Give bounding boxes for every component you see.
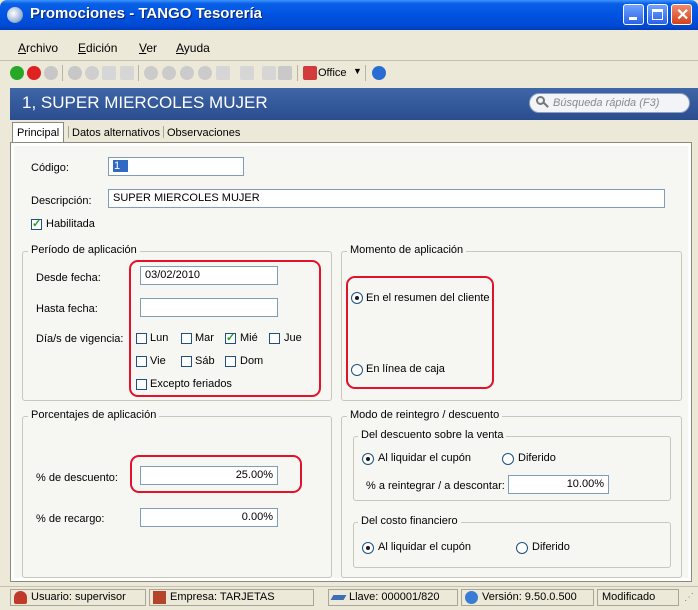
highlight-descuento bbox=[130, 455, 302, 493]
recargo-label: % de recargo: bbox=[36, 513, 105, 525]
edit-icon[interactable] bbox=[85, 66, 99, 80]
reintegrar-field[interactable]: 10.00% bbox=[508, 475, 609, 494]
app-icon[interactable] bbox=[7, 7, 23, 23]
menu-ayuda[interactable]: Ayuda bbox=[176, 41, 210, 55]
status-version: Versión: 9.50.0.500 bbox=[461, 589, 594, 606]
maximize-icon bbox=[652, 9, 663, 20]
costo-legend: Del costo financiero bbox=[358, 515, 461, 527]
minimize-button[interactable] bbox=[623, 4, 644, 25]
menu-edicion[interactable]: Edición bbox=[78, 41, 117, 55]
info-icon bbox=[465, 591, 478, 604]
first-record-icon[interactable] bbox=[144, 66, 158, 80]
tab-observaciones[interactable]: Observaciones bbox=[167, 124, 240, 142]
venta-diferido-label: Diferido bbox=[518, 452, 556, 464]
office-dropdown-icon[interactable]: ▼ bbox=[353, 66, 362, 76]
costo-diferido-label: Diferido bbox=[532, 541, 570, 553]
maximize-button[interactable] bbox=[647, 4, 668, 25]
venta-diferido-radio[interactable] bbox=[502, 453, 514, 465]
toolbar-separator bbox=[365, 65, 366, 81]
costo-liquidar-radio[interactable] bbox=[362, 542, 374, 554]
toolbar-separator bbox=[62, 65, 63, 81]
resize-grip-icon[interactable]: ⋰ bbox=[684, 592, 694, 603]
record-title: 1, SUPER MIERCOLES MUJER bbox=[22, 93, 268, 112]
key-icon bbox=[330, 595, 347, 600]
reintegrar-label: % a reintegrar / a descontar: bbox=[366, 480, 505, 492]
office-icon[interactable] bbox=[303, 66, 317, 80]
sort-icon[interactable] bbox=[278, 66, 292, 80]
porcentajes-legend: Porcentajes de aplicación bbox=[28, 409, 160, 421]
accept-icon[interactable] bbox=[10, 66, 24, 80]
window-title: Promociones - TANGO Tesorería bbox=[30, 5, 262, 22]
remove-icon[interactable] bbox=[68, 66, 82, 80]
copy-icon[interactable] bbox=[216, 66, 230, 80]
tab-datos-alternativos[interactable]: Datos alternativos bbox=[72, 124, 160, 142]
codigo-label: Código: bbox=[31, 162, 69, 174]
close-button[interactable]: ✕ bbox=[671, 4, 692, 25]
descripcion-label: Descripción: bbox=[31, 195, 92, 207]
cancel-icon[interactable] bbox=[27, 66, 41, 80]
user-icon bbox=[14, 591, 27, 604]
print-icon[interactable] bbox=[120, 66, 134, 80]
habilitada-label: Habilitada bbox=[46, 218, 95, 230]
add-icon[interactable] bbox=[44, 66, 58, 80]
menu-ver[interactable]: Ver bbox=[139, 41, 157, 55]
costo-diferido-radio[interactable] bbox=[516, 542, 528, 554]
company-icon bbox=[153, 591, 166, 604]
reintegro-legend: Modo de reintegro / descuento bbox=[347, 409, 503, 421]
save-icon[interactable] bbox=[102, 66, 116, 80]
highlight-periodo bbox=[129, 260, 321, 397]
costo-liquidar-label: Al liquidar el cupón bbox=[378, 541, 471, 553]
habilitada-checkbox[interactable] bbox=[31, 217, 42, 230]
descripcion-field[interactable]: SUPER MIERCOLES MUJER bbox=[108, 189, 665, 208]
status-estado: Modificado bbox=[597, 589, 679, 606]
tab-divider bbox=[68, 126, 69, 138]
menu-archivo[interactable]: Archivo bbox=[18, 41, 58, 55]
tab-divider bbox=[163, 126, 164, 138]
next-record-icon[interactable] bbox=[180, 66, 194, 80]
tab-principal[interactable]: Principal bbox=[12, 122, 65, 143]
venta-legend: Del descuento sobre la venta bbox=[358, 429, 507, 441]
codigo-field[interactable]: 1 bbox=[108, 157, 244, 176]
descuento-label: % de descuento: bbox=[36, 472, 118, 484]
filter-icon[interactable] bbox=[240, 66, 254, 80]
status-empresa: Empresa: TARJETAS bbox=[149, 589, 314, 606]
venta-liquidar-label: Al liquidar el cupón bbox=[378, 452, 471, 464]
periodo-legend: Período de aplicación bbox=[28, 244, 140, 256]
office-button[interactable]: Office bbox=[318, 67, 347, 79]
venta-liquidar-radio[interactable] bbox=[362, 453, 374, 465]
previous-record-icon[interactable] bbox=[162, 66, 176, 80]
hasta-fecha-label: Hasta fecha: bbox=[36, 303, 98, 315]
toolbar-separator bbox=[297, 65, 298, 81]
view-icon[interactable] bbox=[262, 66, 276, 80]
minimize-icon bbox=[629, 17, 637, 20]
dias-vigencia-label: Día/s de vigencia: bbox=[36, 333, 124, 345]
last-record-icon[interactable] bbox=[198, 66, 212, 80]
help-icon[interactable] bbox=[372, 66, 386, 80]
desde-fecha-label: Desde fecha: bbox=[36, 272, 101, 284]
status-llave: Llave: 000001/820 bbox=[328, 589, 458, 606]
toolbar-separator bbox=[138, 65, 139, 81]
recargo-field[interactable]: 0.00% bbox=[140, 508, 278, 527]
porcentajes-groupbox bbox=[22, 416, 332, 578]
close-icon: ✕ bbox=[676, 7, 690, 24]
quick-search-placeholder: Búsqueda rápida (F3) bbox=[553, 97, 660, 109]
momento-legend: Momento de aplicación bbox=[347, 244, 467, 256]
highlight-momento bbox=[346, 276, 494, 389]
status-usuario: Usuario: supervisor bbox=[10, 589, 146, 606]
